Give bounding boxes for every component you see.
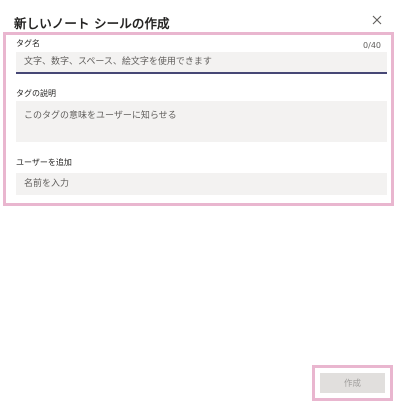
tag-description-input[interactable] xyxy=(16,101,387,142)
add-users-input[interactable] xyxy=(16,173,387,195)
character-counter: 0/40 xyxy=(363,41,381,50)
tag-name-input[interactable] xyxy=(16,52,387,74)
create-note-tag-dialog: 新しいノート シールの作成 タグ名 0/40 タグの説明 ユーザーを追加 作成 xyxy=(0,0,400,407)
tag-description-label: タグの説明 xyxy=(16,89,56,98)
form-section: タグ名 0/40 タグの説明 ユーザーを追加 xyxy=(3,32,394,206)
create-button-area: 作成 xyxy=(312,365,393,401)
dialog-title: 新しいノート シールの作成 xyxy=(14,16,170,31)
add-users-label: ユーザーを追加 xyxy=(16,158,72,167)
close-icon[interactable] xyxy=(369,12,385,28)
tag-name-label: タグ名 xyxy=(16,39,40,48)
create-button[interactable]: 作成 xyxy=(320,373,385,393)
